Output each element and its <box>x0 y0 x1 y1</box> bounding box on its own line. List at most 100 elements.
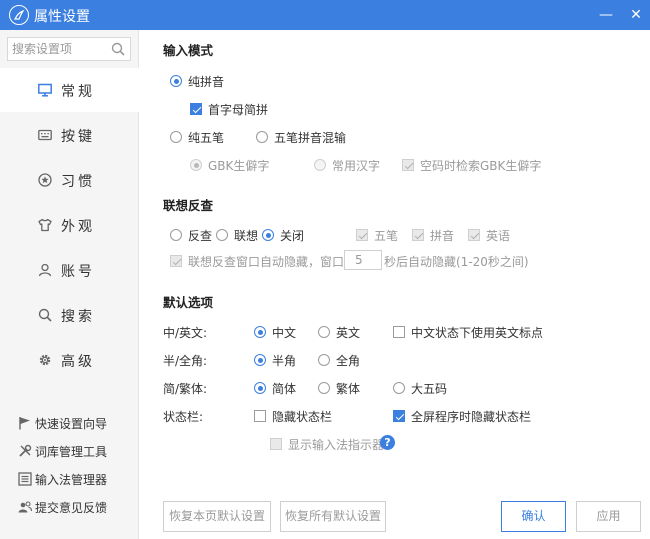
radio-indicator <box>318 354 330 366</box>
radio-indicator <box>254 326 266 338</box>
row-label-width: 半/全角: <box>163 354 208 368</box>
flag-icon <box>19 417 30 430</box>
dictionary-manager-link[interactable]: 词库管理工具 <box>18 441 128 461</box>
nav-item-label: 习惯 <box>61 174 95 190</box>
row-label-script: 简/繁体: <box>163 382 208 396</box>
radio-indicator <box>256 131 268 143</box>
row-label-cn-en: 中/英文: <box>163 326 208 340</box>
option-label: 五笔拼音混输 <box>274 131 347 145</box>
quick-setup-wizard-link[interactable]: 快速设置向导 <box>18 413 128 433</box>
option-label: 五笔 <box>374 229 399 243</box>
option-label: 显示输入法指示器 <box>288 438 385 452</box>
radio-indicator <box>318 326 330 338</box>
tools-icon <box>19 444 32 457</box>
window-title: 属性设置 <box>34 9 90 25</box>
option-label: 关闭 <box>280 229 305 243</box>
settings-search-box <box>7 37 131 61</box>
option-label: 中文 <box>272 326 297 340</box>
apply-button[interactable]: 应用 <box>576 501 641 532</box>
nav-item-keys[interactable]: 按键 <box>0 113 139 157</box>
option-label: 联想反查窗口自动隐藏，窗口在 <box>188 255 357 269</box>
autohide-seconds-hint: 秒后自动隐藏(1-20秒之间) <box>384 255 529 269</box>
option-label: 大五码 <box>411 382 448 396</box>
help-icon[interactable]: ? <box>380 435 395 450</box>
checkbox-indicator <box>468 229 480 241</box>
option-label: 繁体 <box>336 382 361 396</box>
row-label-status-bar: 状态栏: <box>163 410 204 424</box>
option-label: GBK生僻字 <box>208 159 270 173</box>
search-icon <box>38 308 52 322</box>
tool-label: 提交意见反馈 <box>35 501 108 515</box>
option-label: 英语 <box>486 229 511 243</box>
option-label: 全角 <box>336 354 361 368</box>
restore-all-defaults-button[interactable]: 恢复所有默认设置 <box>280 501 386 532</box>
nav-item-general[interactable]: 常规 <box>0 68 140 112</box>
checkbox-indicator <box>190 103 202 115</box>
tool-label: 词库管理工具 <box>35 445 108 459</box>
checkbox-indicator <box>402 159 414 171</box>
list-icon <box>18 472 32 486</box>
shirt-icon <box>38 218 52 232</box>
ime-manager-link[interactable]: 输入法管理器 <box>18 469 128 489</box>
radio-indicator <box>393 382 405 394</box>
nav-item-appearance[interactable]: 外观 <box>0 203 139 247</box>
nav-item-label: 高级 <box>61 354 95 370</box>
option-label: 联想 <box>234 229 259 243</box>
nav-item-label: 搜索 <box>61 309 95 325</box>
checkbox-indicator <box>270 438 282 450</box>
section-title-input-mode: 输入模式 <box>163 43 214 58</box>
option-label: 常用汉字 <box>332 159 381 173</box>
restore-page-defaults-button[interactable]: 恢复本页默认设置 <box>163 501 271 532</box>
nav-item-search[interactable]: 搜索 <box>0 293 139 337</box>
nav-item-label: 账号 <box>61 264 95 280</box>
star-circle-icon <box>38 173 52 187</box>
checkbox-indicator <box>170 255 182 267</box>
radio-indicator <box>318 382 330 394</box>
checkbox-indicator <box>393 326 405 338</box>
monitor-icon <box>38 83 52 97</box>
search-icon[interactable] <box>111 42 125 56</box>
checkbox-indicator <box>356 229 368 241</box>
section-title-defaults: 默认选项 <box>163 295 214 310</box>
nav-item-label: 按键 <box>61 129 95 145</box>
radio-indicator <box>314 159 326 171</box>
radio-indicator <box>170 131 182 143</box>
option-label: 空码时检索GBK生僻字 <box>420 159 542 173</box>
radio-indicator <box>170 75 182 87</box>
title-bar: 属性设置 — ✕ <box>0 0 650 30</box>
checkbox-indicator <box>254 410 266 422</box>
option-label: 中文状态下使用英文标点 <box>411 326 544 340</box>
tool-label: 输入法管理器 <box>35 473 108 487</box>
user-icon <box>38 263 52 277</box>
option-label: 隐藏状态栏 <box>272 410 333 424</box>
close-button[interactable]: ✕ <box>624 4 648 26</box>
sidebar: 常规 按键 习惯 外观 账号 搜索 高级 快速设置向导 词库管理工具 输入法管理… <box>0 30 140 539</box>
option-label: 简体 <box>272 382 297 396</box>
nav-item-advanced[interactable]: 高级 <box>0 338 139 382</box>
radio-indicator <box>190 159 202 171</box>
option-label: 纯拼音 <box>188 75 225 89</box>
confirm-button[interactable]: 确认 <box>501 501 566 532</box>
radio-indicator <box>216 229 228 241</box>
settings-search-input[interactable] <box>12 41 106 57</box>
minimize-button[interactable]: — <box>594 4 618 26</box>
radio-indicator <box>254 382 266 394</box>
autohide-seconds-input[interactable]: 5 <box>344 250 382 270</box>
nav-item-account[interactable]: 账号 <box>0 248 139 292</box>
option-label: 全屏程序时隐藏状态栏 <box>411 410 532 424</box>
gear-icon <box>39 354 51 366</box>
option-label: 反查 <box>188 229 213 243</box>
nav-item-label: 外观 <box>61 219 95 235</box>
option-label: 拼音 <box>430 229 455 243</box>
nav-item-habits[interactable]: 习惯 <box>0 158 139 202</box>
feedback-link[interactable]: 提交意见反馈 <box>18 497 128 517</box>
checkbox-indicator <box>393 410 405 422</box>
checkbox-indicator <box>412 229 424 241</box>
keyboard-icon <box>38 129 52 141</box>
option-label: 半角 <box>272 354 297 368</box>
option-label: 英文 <box>336 326 361 340</box>
radio-indicator <box>262 229 274 241</box>
users-icon <box>18 501 32 513</box>
option-label: 纯五笔 <box>188 131 225 145</box>
settings-panel: 输入模式 纯拼音 首字母简拼 纯五笔 五笔拼音混输 GBK生僻字 常用汉字 空码… <box>140 30 650 539</box>
